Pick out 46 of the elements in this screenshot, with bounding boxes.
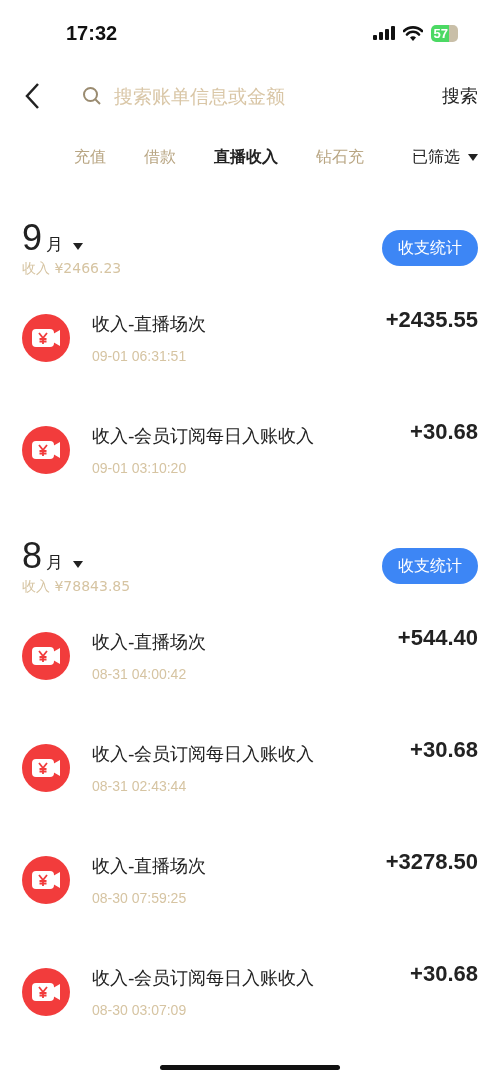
transaction-title: 收入-直播场次 — [92, 312, 208, 336]
yen-camera-icon — [22, 968, 70, 1016]
month-unit: 月 — [46, 551, 64, 574]
transaction-title: 收入-直播场次 — [92, 630, 208, 654]
transaction-amount: +544.40 — [397, 625, 478, 651]
month-number: 9 — [22, 220, 43, 256]
transaction-time: 09-01 03:10:20 — [92, 460, 188, 476]
month-income-summary: 收入 ¥2466.23 — [22, 260, 122, 278]
transaction-title: 收入-会员订阅每日入账收入 — [92, 742, 316, 766]
transaction-amount: +30.68 — [410, 961, 478, 987]
yen-camera-icon — [22, 426, 70, 474]
category-tab[interactable]: 直播收入 — [214, 146, 278, 168]
yen-camera-icon — [22, 856, 70, 904]
yen-camera-icon — [22, 314, 70, 362]
transaction-time: 08-31 04:00:42 — [92, 666, 188, 682]
yen-camera-icon — [22, 744, 70, 792]
month-unit: 月 — [46, 233, 64, 256]
month-number: 8 — [22, 538, 43, 574]
transaction-title: 收入-直播场次 — [92, 854, 208, 878]
caret-icon — [468, 153, 478, 161]
dropdown-caret-icon[interactable] — [73, 561, 84, 568]
transaction-amount: +30.68 — [410, 737, 478, 763]
transaction-amount: +3278.50 — [385, 849, 478, 875]
transaction-time: 08-31 02:43:44 — [92, 778, 188, 794]
signal-icon — [372, 26, 395, 40]
category-tab[interactable]: 充值 — [74, 146, 106, 168]
search-icon — [82, 86, 102, 106]
transaction-amount: +2435.55 — [385, 307, 478, 333]
transaction-time: 09-01 06:31:51 — [92, 348, 188, 364]
status-time: 17:32 — [66, 21, 118, 45]
yen-camera-icon — [22, 632, 70, 680]
transaction-time: 08-30 07:59:25 — [92, 890, 188, 906]
search-button[interactable]: 搜索 — [442, 84, 478, 108]
month-income-summary: 收入 ¥78843.85 — [22, 578, 131, 596]
back-button[interactable] — [24, 82, 40, 110]
category-tab[interactable]: 借款 — [144, 146, 176, 168]
transaction-amount: +30.68 — [410, 419, 478, 445]
transaction-title: 收入-会员订阅每日入账收入 — [92, 424, 316, 448]
stats-button[interactable]: 收支统计 — [382, 230, 478, 266]
category-tab[interactable]: 钻石充 — [316, 146, 364, 168]
wifi-icon — [402, 25, 423, 41]
battery-level: 57 — [430, 24, 458, 42]
dropdown-caret-icon[interactable] — [73, 243, 84, 250]
transaction-title: 收入-会员订阅每日入账收入 — [92, 966, 316, 990]
transaction-time: 08-30 03:07:09 — [92, 1002, 188, 1018]
stats-button[interactable]: 收支统计 — [382, 548, 478, 584]
